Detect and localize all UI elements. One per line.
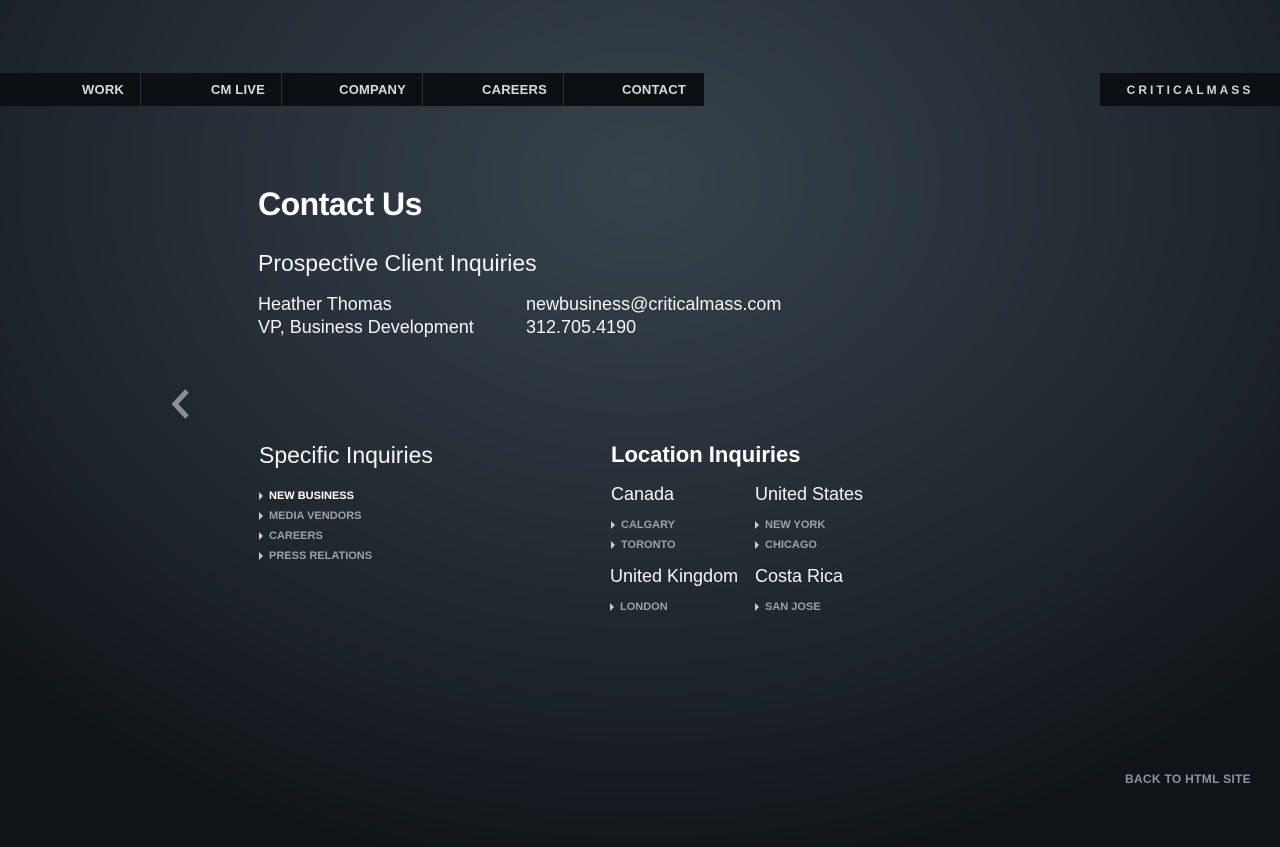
city-list: NEW YORK CHICAGO <box>755 515 863 555</box>
triangle-right-icon <box>755 521 759 529</box>
region-name: Costa Rica <box>755 566 844 586</box>
triangle-right-icon <box>611 521 615 529</box>
criticalmass-logo[interactable]: CRITICALMASS <box>1100 73 1280 106</box>
triangle-right-icon <box>610 603 614 611</box>
region-united-states: United States NEW YORK CHICAGO <box>755 484 863 555</box>
city-list: CALGARY TORONTO <box>611 515 676 555</box>
nav-company[interactable]: COMPANY <box>282 73 423 106</box>
triangle-right-icon <box>259 552 263 560</box>
specific-link-label: NEW BUSINESS <box>269 490 354 502</box>
city-label: TORONTO <box>621 539 676 551</box>
region-name: Canada <box>611 484 675 504</box>
nav-cm-live[interactable]: CM LIVE <box>141 73 282 106</box>
region-canada: Canada CALGARY TORONTO <box>611 484 676 555</box>
nav-label-careers: CAREERS <box>482 82 547 97</box>
triangle-right-icon <box>259 512 263 520</box>
region-name: United Kingdom <box>610 566 739 586</box>
nav-label-work: WORK <box>82 82 124 97</box>
city-link-san-jose[interactable]: SAN JOSE <box>755 597 843 617</box>
location-inquiries-title: Location Inquiries <box>611 442 801 467</box>
contact-email-link[interactable]: newbusiness@criticalmass.com <box>526 294 781 315</box>
nav-label-company: COMPANY <box>339 82 406 97</box>
back-button[interactable] <box>168 386 194 422</box>
back-to-html-site-link[interactable]: BACK TO HTML SITE <box>1125 772 1251 786</box>
triangle-right-icon <box>259 492 263 500</box>
specific-link-careers[interactable]: CAREERS <box>259 526 372 546</box>
city-label: NEW YORK <box>765 519 826 531</box>
triangle-right-icon <box>755 603 759 611</box>
city-list: LONDON <box>610 597 738 617</box>
main-nav: WORK CM LIVE COMPANY CAREERS CONTACT <box>0 73 704 106</box>
nav-careers[interactable]: CAREERS <box>423 73 564 106</box>
city-link-new-york[interactable]: NEW YORK <box>755 515 863 535</box>
region-name: United States <box>755 484 864 504</box>
nav-label-cm-live: CM LIVE <box>210 82 265 97</box>
triangle-right-icon <box>259 532 263 540</box>
specific-inquiries-title: Specific Inquiries <box>259 442 433 468</box>
specific-link-label: CAREERS <box>269 530 323 542</box>
city-link-calgary[interactable]: CALGARY <box>611 515 676 535</box>
region-united-kingdom: United Kingdom LONDON <box>610 566 738 617</box>
specific-link-media-vendors[interactable]: MEDIA VENDORS <box>259 506 372 526</box>
city-label: CHICAGO <box>765 539 817 551</box>
prospective-title: Prospective Client Inquiries <box>258 250 537 276</box>
page-title: Contact Us <box>258 186 422 222</box>
specific-link-label: PRESS RELATIONS <box>269 550 373 562</box>
city-link-toronto[interactable]: TORONTO <box>611 535 676 555</box>
contact-phone: 312.705.4190 <box>526 317 637 337</box>
specific-inquiries-list: NEW BUSINESS MEDIA VENDORS CAREERS PRESS… <box>259 486 372 566</box>
triangle-right-icon <box>611 541 615 549</box>
nav-contact[interactable]: CONTACT <box>564 73 704 106</box>
city-label: SAN JOSE <box>765 601 821 613</box>
city-list: SAN JOSE <box>755 597 843 617</box>
region-costa-rica: Costa Rica SAN JOSE <box>755 566 843 617</box>
contact-role: VP, Business Development <box>258 317 474 337</box>
city-label: LONDON <box>620 601 668 613</box>
specific-link-press-relations[interactable]: PRESS RELATIONS <box>259 546 372 566</box>
specific-link-new-business[interactable]: NEW BUSINESS <box>259 486 372 506</box>
chevron-left-icon <box>171 389 189 419</box>
city-label: CALGARY <box>621 519 675 531</box>
nav-work[interactable]: WORK <box>0 73 141 106</box>
city-link-chicago[interactable]: CHICAGO <box>755 535 863 555</box>
nav-label-contact: CONTACT <box>622 82 686 97</box>
city-link-london[interactable]: LONDON <box>610 597 738 617</box>
contact-name: Heather Thomas <box>258 294 392 314</box>
triangle-right-icon <box>755 541 759 549</box>
specific-link-label: MEDIA VENDORS <box>269 510 362 522</box>
